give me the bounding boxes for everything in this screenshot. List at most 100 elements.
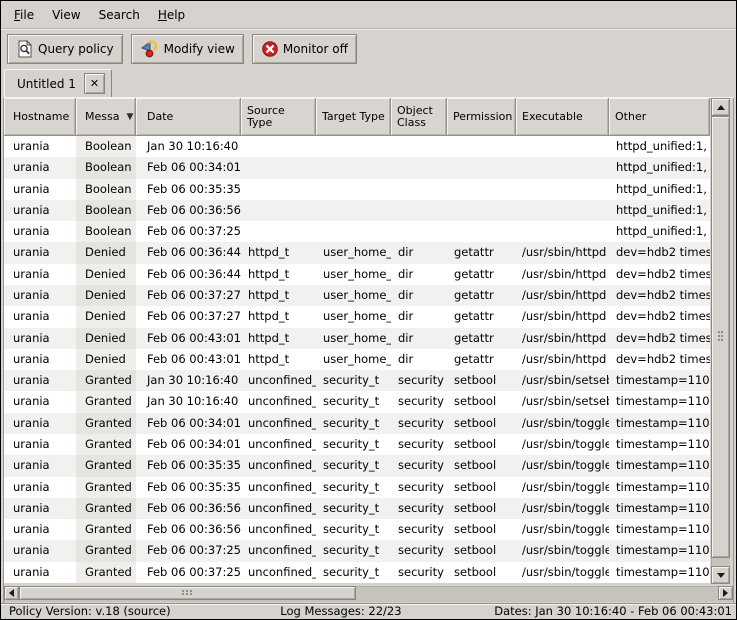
policy-version-status: Policy Version: v.18 (source): [1, 604, 280, 618]
cell-target-type: security_t: [316, 434, 391, 455]
cell-object-class: security: [391, 540, 447, 561]
dates-status: Dates: Jan 30 10:16:40 - Feb 06 00:43:01: [479, 604, 736, 618]
table-row[interactable]: uraniaDeniedFeb 06 00:43:01httpd_tuser_h…: [4, 349, 710, 370]
table-row[interactable]: uraniaGrantedFeb 06 00:34:01unconfined_s…: [4, 434, 710, 455]
tab-untitled-1[interactable]: Untitled 1 ✕: [4, 69, 112, 97]
cell-source-type: unconfined_: [241, 519, 316, 540]
cell-hostname: urania: [4, 179, 76, 200]
cell-permission: getattr: [447, 285, 516, 306]
menu-search[interactable]: Search: [90, 4, 149, 26]
table-row[interactable]: uraniaDeniedFeb 06 00:37:27httpd_tuser_h…: [4, 285, 710, 306]
table-row[interactable]: uraniaDeniedFeb 06 00:36:44httpd_tuser_h…: [4, 264, 710, 285]
cell-source-type: unconfined_: [241, 498, 316, 519]
cell-hostname: urania: [4, 328, 76, 349]
table-row[interactable]: uraniaBooleanFeb 06 00:35:35httpd_unifie…: [4, 179, 710, 200]
column-header-target-type[interactable]: Target Type: [316, 98, 391, 136]
scroll-up-button[interactable]: [711, 98, 730, 116]
cell-source-type: [241, 157, 316, 178]
cell-source-type: unconfined_: [241, 413, 316, 434]
cell-object-class: security: [391, 370, 447, 391]
horizontal-scrollbar-thumb[interactable]: [19, 586, 356, 600]
cell-date: Feb 06 00:36:56: [136, 519, 241, 540]
cell-hostname: urania: [4, 221, 76, 242]
cell-executable: /usr/sbin/httpd: [516, 306, 609, 327]
cell-permission: getattr: [447, 242, 516, 263]
cell-other: dev=hdb2 timesta: [609, 328, 710, 349]
table-row[interactable]: uraniaGrantedFeb 06 00:37:25unconfined_s…: [4, 540, 710, 561]
table-row[interactable]: uraniaGrantedFeb 06 00:36:56unconfined_s…: [4, 519, 710, 540]
table-row[interactable]: uraniaDeniedFeb 06 00:43:01httpd_tuser_h…: [4, 328, 710, 349]
table-row[interactable]: uraniaGrantedFeb 06 00:37:25unconfined_s…: [4, 562, 710, 583]
table-row[interactable]: uraniaBooleanFeb 06 00:36:56httpd_unifie…: [4, 200, 710, 221]
table-row[interactable]: uraniaBooleanFeb 06 00:34:01httpd_unifie…: [4, 157, 710, 178]
cell-message: Boolean: [76, 221, 136, 242]
cell-message: Boolean: [76, 136, 136, 157]
cell-permission: setbool: [447, 562, 516, 583]
grip-icon: [182, 590, 184, 592]
column-header-source-type[interactable]: Source Type: [241, 98, 316, 136]
column-header-message[interactable]: Messa▼: [76, 98, 136, 136]
column-header-hostname[interactable]: Hostname: [4, 98, 76, 136]
horizontal-scrollbar[interactable]: [4, 586, 733, 602]
cell-permission: setbool: [447, 455, 516, 476]
cell-message: Boolean: [76, 200, 136, 221]
cell-source-type: [241, 221, 316, 242]
cell-executable: [516, 179, 609, 200]
table-row[interactable]: uraniaGrantedFeb 06 00:35:35unconfined_s…: [4, 455, 710, 476]
table-row[interactable]: uraniaDeniedFeb 06 00:37:27httpd_tuser_h…: [4, 306, 710, 327]
table-row[interactable]: uraniaBooleanFeb 06 00:37:25httpd_unifie…: [4, 221, 710, 242]
cell-date: Feb 06 00:36:44: [136, 242, 241, 263]
cell-permission: getattr: [447, 264, 516, 285]
cell-hostname: urania: [4, 562, 76, 583]
cell-message: Granted: [76, 540, 136, 561]
cell-target-type: security_t: [316, 413, 391, 434]
table-row[interactable]: uraniaGrantedFeb 06 00:36:56unconfined_s…: [4, 498, 710, 519]
query-policy-button[interactable]: Query policy: [7, 34, 123, 64]
table-row[interactable]: uraniaGrantedJan 30 10:16:40unconfined_s…: [4, 370, 710, 391]
tab-strip: Untitled 1 ✕: [1, 67, 736, 97]
vertical-scrollbar-thumb[interactable]: [711, 116, 730, 558]
cell-object-class: security: [391, 434, 447, 455]
modify-view-button[interactable]: Modify view: [131, 34, 244, 64]
table-row[interactable]: uraniaGrantedJan 30 10:16:40unconfined_s…: [4, 391, 710, 412]
menu-view[interactable]: View: [43, 4, 89, 26]
menu-help[interactable]: Help: [149, 4, 194, 26]
scroll-left-button[interactable]: [4, 586, 19, 600]
table-row[interactable]: uraniaBooleanJan 30 10:16:40httpd_unifie…: [4, 136, 710, 157]
column-header-object-class[interactable]: Object Class: [391, 98, 447, 136]
column-header-executable[interactable]: Executable: [516, 98, 609, 136]
status-bar: Policy Version: v.18 (source) Log Messag…: [1, 603, 736, 618]
cell-executable: /usr/sbin/toggle: [516, 519, 609, 540]
menu-file[interactable]: File: [5, 4, 43, 26]
cell-hostname: urania: [4, 413, 76, 434]
cell-other: dev=hdb2 timesta: [609, 306, 710, 327]
scroll-down-button[interactable]: [711, 566, 730, 584]
table-row[interactable]: uraniaGrantedFeb 06 00:34:01unconfined_s…: [4, 413, 710, 434]
cell-hostname: urania: [4, 136, 76, 157]
cell-message: Granted: [76, 391, 136, 412]
cell-target-type: user_home_: [316, 328, 391, 349]
table-row[interactable]: uraniaDeniedFeb 06 00:36:44httpd_tuser_h…: [4, 242, 710, 263]
column-header-other[interactable]: Other: [609, 98, 710, 136]
column-header-date[interactable]: Date: [136, 98, 241, 136]
table-row[interactable]: uraniaGrantedFeb 06 00:35:35unconfined_s…: [4, 477, 710, 498]
cell-other: dev=hdb2 timesta: [609, 242, 710, 263]
cell-source-type: [241, 179, 316, 200]
cell-executable: /usr/sbin/setseb: [516, 391, 609, 412]
cell-executable: /usr/sbin/toggle: [516, 434, 609, 455]
tab-close-button[interactable]: ✕: [84, 73, 105, 94]
cell-executable: /usr/sbin/httpd: [516, 285, 609, 306]
scroll-right-button[interactable]: [718, 586, 733, 600]
vertical-scrollbar[interactable]: [711, 98, 730, 584]
column-header-permission[interactable]: Permission: [447, 98, 516, 136]
cell-executable: /usr/sbin/toggle: [516, 477, 609, 498]
cell-hostname: urania: [4, 349, 76, 370]
cell-other: timestamp=11076: [609, 562, 710, 583]
cell-other: timestamp=11076: [609, 455, 710, 476]
cell-executable: /usr/sbin/httpd: [516, 242, 609, 263]
cell-target-type: security_t: [316, 477, 391, 498]
cell-executable: /usr/sbin/toggle: [516, 498, 609, 519]
cell-object-class: [391, 179, 447, 200]
monitor-off-button[interactable]: Monitor off: [252, 34, 357, 64]
cell-other: httpd_unified:1, h: [609, 157, 710, 178]
